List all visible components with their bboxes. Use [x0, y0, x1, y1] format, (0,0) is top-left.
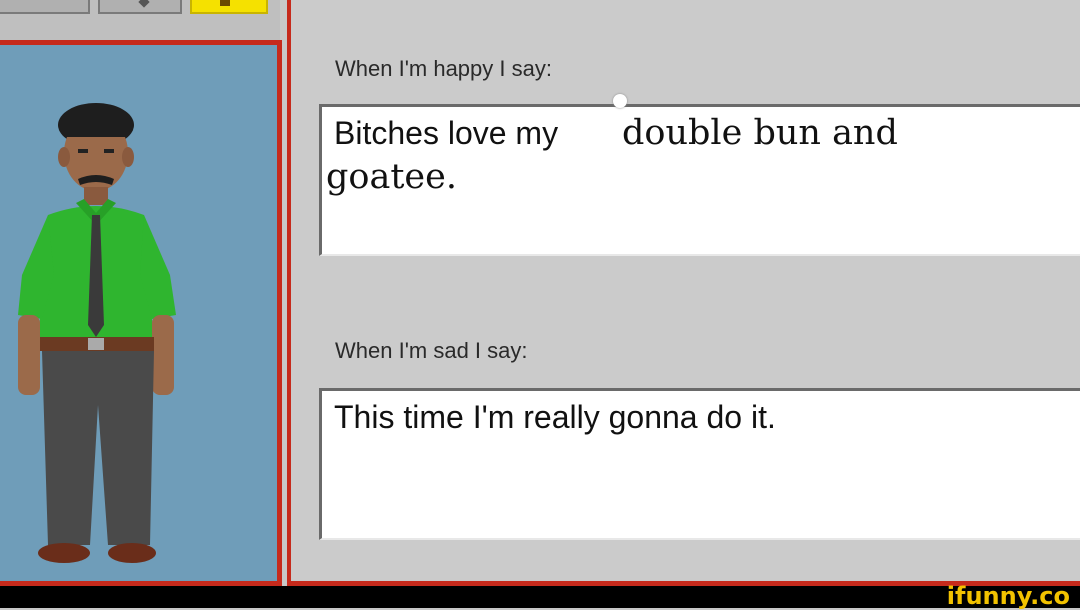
- sad-label: When I'm sad I say:: [335, 338, 528, 363]
- character-panel: [0, 40, 282, 586]
- sad-phrase-field[interactable]: This time I'm really gonna do it.: [319, 388, 1080, 540]
- toolbar-button-icon[interactable]: [0, 0, 90, 14]
- text-cursor-dot: [613, 94, 627, 108]
- character-avatar: [18, 103, 176, 563]
- happy-overlay-line2: goatee.: [326, 157, 457, 197]
- toolbar-arrow-icon[interactable]: [98, 0, 182, 14]
- happy-label: When I'm happy I say:: [335, 56, 552, 81]
- toolbar-folder-icon[interactable]: [190, 0, 268, 14]
- happy-phrase-field[interactable]: Bitches love my double bun and goatee.: [319, 104, 1080, 256]
- happy-overlay-line1: double bun and: [622, 113, 898, 153]
- happy-phrase-text: Bitches love my: [334, 115, 559, 151]
- bottom-bar: ifunny.co: [0, 582, 1080, 610]
- toolbar: [0, 0, 280, 40]
- phrases-panel: When I'm happy I say: Bitches love my do…: [287, 0, 1080, 586]
- ifunny-watermark: ifunny.co: [946, 582, 1070, 610]
- sad-phrase-text: This time I'm really gonna do it.: [334, 399, 776, 435]
